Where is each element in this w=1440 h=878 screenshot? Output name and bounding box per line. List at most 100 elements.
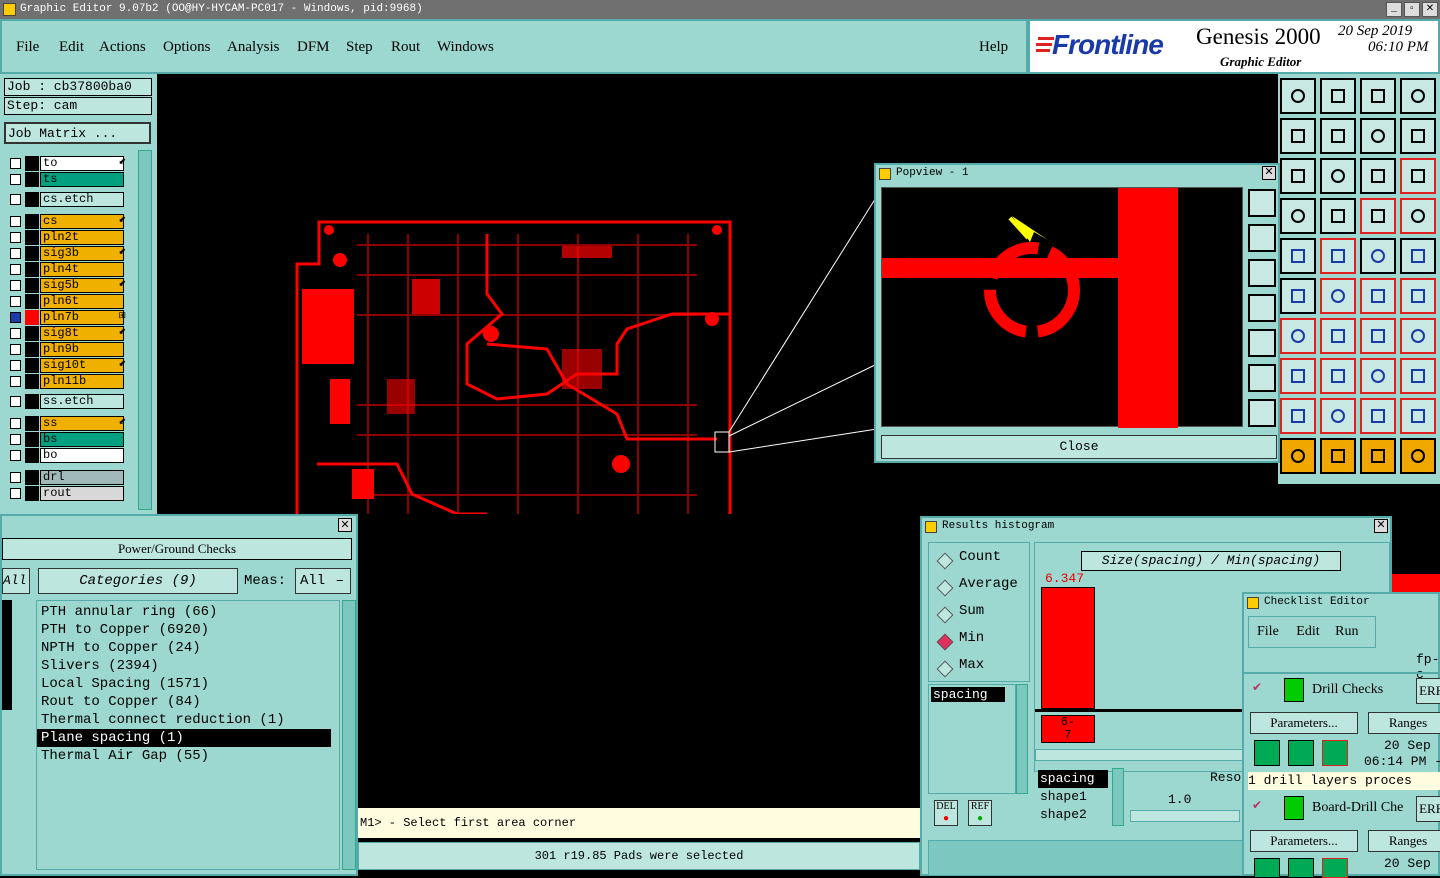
align-icon[interactable] [1400, 318, 1436, 354]
pg-all-button[interactable]: All [2, 568, 30, 594]
grid-snap-icon[interactable] [1280, 198, 1316, 234]
chk-menu-run[interactable]: Run [1335, 624, 1358, 639]
layer-checkbox[interactable] [10, 174, 21, 185]
node-icon[interactable] [1400, 278, 1436, 314]
layer-row-bs[interactable]: bs [8, 432, 128, 447]
zoom-in-icon[interactable] [1248, 189, 1276, 217]
close-button[interactable]: ✕ [1422, 2, 1438, 17]
circle-icon[interactable] [1400, 238, 1436, 274]
layer-in-icon[interactable] [1248, 294, 1276, 322]
category-item[interactable]: Thermal connect reduction (1) [37, 711, 339, 729]
hist-bar[interactable] [1041, 587, 1095, 709]
layer-checkbox[interactable] [10, 248, 21, 259]
run-all-icon[interactable] [1288, 740, 1314, 766]
fit-icon[interactable] [1248, 364, 1276, 392]
job-matrix-button[interactable]: Job Matrix ... [4, 122, 151, 144]
hist-fields-scrollbar[interactable] [1112, 768, 1124, 826]
popview-close-icon[interactable]: ✕ [1262, 166, 1276, 180]
option-radio[interactable] [936, 633, 954, 651]
popview-canvas[interactable] [881, 187, 1243, 428]
dimension-icon[interactable] [1360, 358, 1396, 394]
option-radio[interactable] [936, 552, 954, 570]
layer-row-sig5b[interactable]: sig5b ⬋ [8, 278, 128, 293]
cluster-icon[interactable] [1400, 358, 1436, 394]
maximize-button[interactable]: ▫ [1404, 2, 1420, 17]
menu-actions[interactable]: Actions [99, 39, 146, 56]
category-item[interactable]: Thermal Air Gap (55) [37, 747, 339, 765]
layer-checkbox[interactable] [10, 344, 21, 355]
category-item[interactable]: PTH to Copper (6920) [37, 621, 339, 639]
grid-icon[interactable] [1320, 198, 1356, 234]
run-all-icon[interactable] [1288, 858, 1314, 878]
layer-checkbox[interactable] [10, 376, 21, 387]
category-item[interactable]: Slivers (2394) [37, 657, 339, 675]
layer-row-sig10t[interactable]: sig10t ⬋ [8, 358, 128, 373]
select-icon[interactable] [1280, 238, 1316, 274]
layer-row-ss[interactable]: ss ⬋ [8, 416, 128, 431]
layer-row-cs-etch[interactable]: cs.etch [8, 192, 128, 207]
layer-row-pln2t[interactable]: pln2t [8, 230, 128, 245]
category-item[interactable]: NPTH to Copper (24) [37, 639, 339, 657]
layer-checkbox[interactable] [10, 194, 21, 205]
layer-row-sig8t[interactable]: sig8t ⬋ [8, 326, 128, 341]
layer-checkbox[interactable] [10, 264, 21, 275]
layer-checkbox[interactable] [10, 216, 21, 227]
menu-dfm[interactable]: DFM [297, 39, 330, 56]
option-radio[interactable] [936, 606, 954, 624]
stop-icon[interactable] [1322, 858, 1348, 878]
layer-checkbox[interactable] [10, 450, 21, 461]
add-node-icon[interactable] [1360, 278, 1396, 314]
snake-icon[interactable] [1400, 118, 1436, 154]
category-item[interactable]: Plane spacing (1) [37, 729, 331, 747]
layer-checkbox[interactable] [10, 396, 21, 407]
pg-meas-select[interactable]: All – [295, 568, 351, 594]
menu-rout[interactable]: Rout [391, 39, 420, 56]
arch-icon[interactable] [1320, 398, 1356, 434]
arch3-icon[interactable] [1400, 398, 1436, 434]
layer-checkbox[interactable] [10, 158, 21, 169]
chk-item-drill-checks[interactable]: ✔ Drill Checks ERF Parameters... Ranges … [1248, 678, 1440, 794]
hist-close-icon[interactable]: ✕ [1374, 519, 1388, 533]
menu-step[interactable]: Step [346, 39, 373, 56]
hist-list-scrollbar[interactable] [1016, 684, 1028, 794]
measure-angle-icon[interactable] [1280, 318, 1316, 354]
ruler-icon[interactable] [1360, 238, 1396, 274]
field-item[interactable]: shape2 [1038, 806, 1108, 824]
layer-checkbox[interactable] [10, 360, 21, 371]
layer-row-pln4t[interactable]: pln4t [8, 262, 128, 277]
layer-row-pln11b[interactable]: pln11b [8, 374, 128, 389]
layer-checkbox[interactable] [10, 312, 21, 323]
layer-out-icon[interactable] [1320, 118, 1356, 154]
scale-1-2-icon[interactable] [1360, 158, 1396, 194]
pan-icon[interactable] [1320, 158, 1356, 194]
chk-menu-file[interactable]: File [1257, 624, 1279, 639]
minimize-button[interactable]: _ [1386, 2, 1402, 17]
layer-scrollbar[interactable] [138, 150, 152, 510]
layer-out-icon[interactable] [1248, 329, 1276, 357]
triangle-icon[interactable] [1280, 398, 1316, 434]
square-node-icon[interactable] [1280, 358, 1316, 394]
layer-row-drl[interactable]: drl [8, 470, 128, 485]
layer-checkbox[interactable] [10, 434, 21, 445]
layer-checkbox[interactable] [10, 488, 21, 499]
menu-windows[interactable]: Windows [437, 39, 494, 56]
layer-in-icon[interactable] [1280, 118, 1316, 154]
ranges-button[interactable]: Ranges [1368, 830, 1440, 852]
popview-close-button[interactable]: Close [881, 435, 1277, 459]
connect-icon[interactable] [1280, 278, 1316, 314]
pan-icon[interactable] [1248, 399, 1276, 427]
layer-row-to[interactable]: to ⬋ [8, 156, 128, 171]
category-item[interactable]: PTH annular ring (66) [37, 603, 339, 621]
layer-checkbox[interactable] [10, 280, 21, 291]
layer-row-pln7b[interactable]: pln7b ⊞ [8, 310, 128, 325]
field-item[interactable]: spacing [1038, 770, 1108, 788]
menu-options[interactable]: Options [163, 39, 211, 56]
parameters-button[interactable]: Parameters... [1250, 830, 1358, 852]
pg-close-icon[interactable]: ✕ [338, 518, 352, 532]
fit-icon[interactable] [1280, 158, 1316, 194]
menu-analysis[interactable]: Analysis [227, 39, 280, 56]
ranges-button[interactable]: Ranges [1368, 712, 1440, 734]
layer-row-cs[interactable]: cs ⬋ [8, 214, 128, 229]
pointer-node-icon[interactable] [1400, 438, 1436, 474]
option-radio[interactable] [936, 579, 954, 597]
